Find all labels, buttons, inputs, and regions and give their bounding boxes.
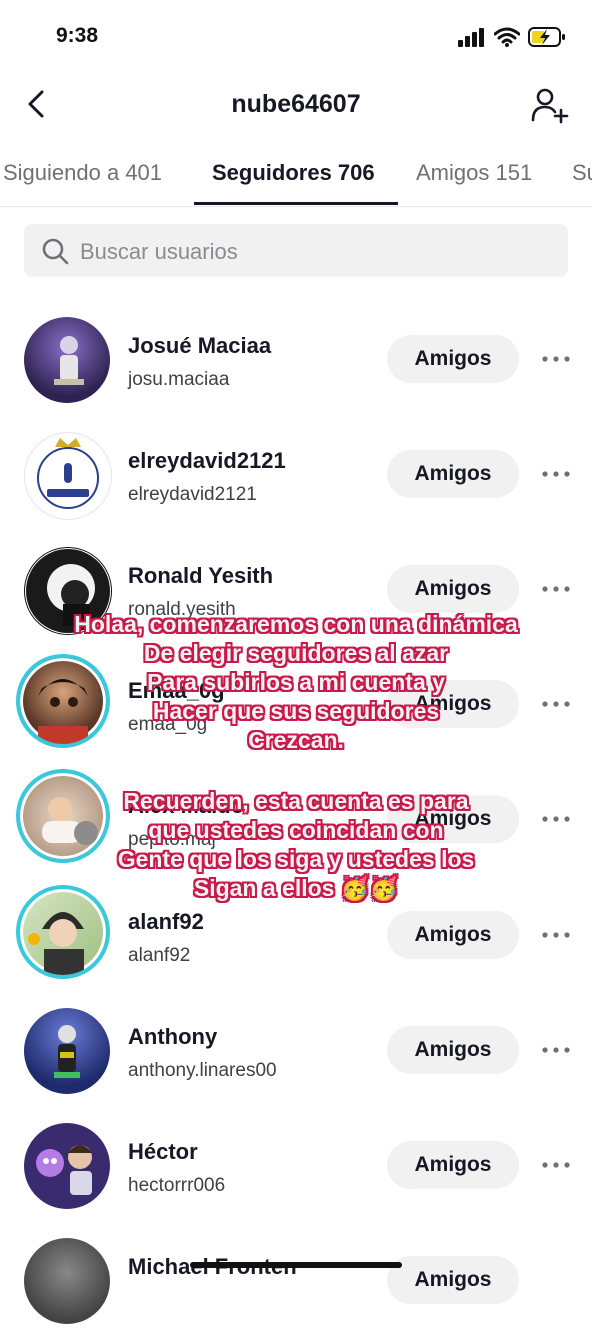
list-item[interactable]: elreydavid2121 elreydavid2121 Amigos <box>0 432 592 532</box>
user-name[interactable]: Josué Maciaa <box>128 333 271 359</box>
friends-button[interactable]: Amigos <box>387 1256 519 1304</box>
status-icons <box>458 26 566 48</box>
user-name[interactable]: alanf92 <box>128 909 204 935</box>
page-title: nube64607 <box>231 90 361 118</box>
search-bar <box>24 224 568 279</box>
search-icon <box>42 238 69 265</box>
avatar[interactable] <box>24 432 112 520</box>
caption-overlay-2: Recuerden, esta cuenta es para que usted… <box>117 788 475 901</box>
list-item[interactable]: Michael Fronten Amigos <box>0 1238 592 1338</box>
tab-followers[interactable]: Seguidores 706 <box>212 160 375 186</box>
friends-button[interactable]: Amigos <box>387 565 519 613</box>
more-options-icon[interactable] <box>540 347 572 371</box>
friends-button[interactable]: Amigos <box>387 335 519 383</box>
user-name[interactable]: Ronald Yesith <box>128 563 273 589</box>
caption-overlay-1: Holaa, comenzaremos con una dinámica De … <box>74 611 518 753</box>
wifi-icon <box>494 27 520 47</box>
avatar[interactable] <box>24 1238 110 1324</box>
signal-icon <box>458 28 484 47</box>
more-options-icon[interactable] <box>540 1153 572 1177</box>
active-tab-indicator <box>194 202 398 205</box>
user-name[interactable]: Héctor <box>128 1139 198 1165</box>
add-user-icon[interactable] <box>530 86 570 126</box>
user-name[interactable]: elreydavid2121 <box>128 448 286 474</box>
friends-button[interactable]: Amigos <box>387 1026 519 1074</box>
status-time: 9:38 <box>56 24 99 47</box>
list-item[interactable]: Anthony anthony.linares00 Amigos <box>0 1008 592 1108</box>
friends-button[interactable]: Amigos <box>387 911 519 959</box>
list-item[interactable]: Josué Maciaa josu.maciaa Amigos <box>0 317 592 417</box>
avatar[interactable] <box>24 1123 110 1209</box>
user-handle: anthony.linares00 <box>128 1060 277 1081</box>
more-options-icon[interactable] <box>540 1038 572 1062</box>
tab-bar: Siguiendo a 401 Seguidores 706 Amigos 15… <box>0 150 592 207</box>
tab-following[interactable]: Siguiendo a 401 <box>3 160 162 186</box>
more-options-icon[interactable] <box>540 923 572 947</box>
tab-friends[interactable]: Amigos 151 <box>416 160 532 186</box>
more-options-icon[interactable] <box>540 462 572 486</box>
search-input[interactable] <box>78 224 552 279</box>
home-indicator <box>190 1262 402 1268</box>
user-handle: hectorrr006 <box>128 1175 226 1196</box>
user-handle: elreydavid2121 <box>128 484 257 505</box>
more-options-icon[interactable] <box>540 577 572 601</box>
user-name[interactable]: Anthony <box>128 1024 217 1050</box>
list-item[interactable]: alanf92 alanf92 Amigos <box>0 885 592 993</box>
tab-suggested[interactable]: Su <box>572 160 592 186</box>
user-handle: alanf92 <box>128 945 191 966</box>
battery-charging-icon <box>528 27 565 47</box>
user-handle: josu.maciaa <box>128 369 230 390</box>
friends-button[interactable]: Amigos <box>387 450 519 498</box>
friends-button[interactable]: Amigos <box>387 1141 519 1189</box>
list-item[interactable]: Héctor hectorrr006 Amigos <box>0 1123 592 1223</box>
avatar[interactable] <box>24 317 110 403</box>
avatar[interactable] <box>24 1008 110 1094</box>
